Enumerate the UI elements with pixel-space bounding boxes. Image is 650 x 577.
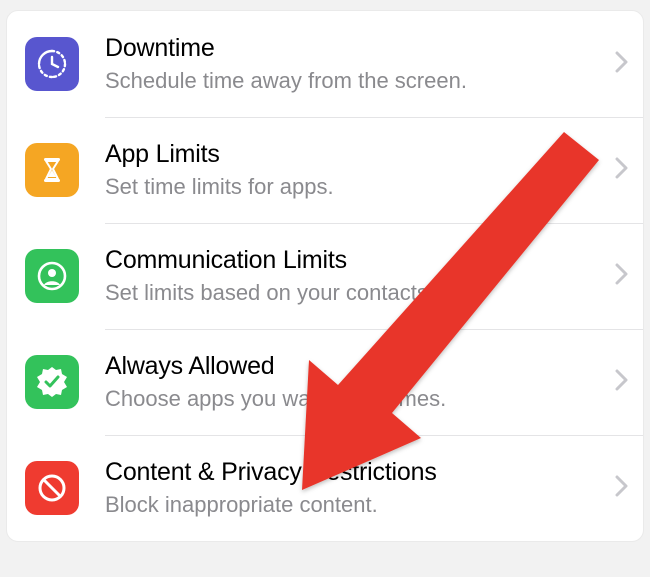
clock-dashed-icon — [25, 37, 79, 91]
no-symbol-icon — [25, 461, 79, 515]
row-downtime[interactable]: Downtime Schedule time away from the scr… — [7, 11, 643, 117]
row-text: Communication Limits Set limits based on… — [105, 245, 605, 308]
settings-group-container: Downtime Schedule time away from the scr… — [0, 0, 650, 542]
row-text: Downtime Schedule time away from the scr… — [105, 33, 605, 96]
row-subtitle: Choose apps you want at all times. — [105, 384, 605, 414]
row-app-limits[interactable]: App Limits Set time limits for apps. — [7, 117, 643, 223]
row-subtitle: Set time limits for apps. — [105, 172, 605, 202]
row-subtitle: Block inappropriate content. — [105, 490, 605, 520]
row-title: Always Allowed — [105, 351, 605, 382]
row-title: Content & Privacy Restrictions — [105, 457, 605, 488]
chevron-right-icon — [615, 369, 629, 396]
row-text: Content & Privacy Restrictions Block ina… — [105, 457, 605, 520]
row-subtitle: Set limits based on your contacts. — [105, 278, 605, 308]
settings-group: Downtime Schedule time away from the scr… — [6, 10, 644, 542]
row-communication-limits[interactable]: Communication Limits Set limits based on… — [7, 223, 643, 329]
row-title: Downtime — [105, 33, 605, 64]
row-always-allowed[interactable]: Always Allowed Choose apps you want at a… — [7, 329, 643, 435]
hourglass-icon — [25, 143, 79, 197]
row-text: Always Allowed Choose apps you want at a… — [105, 351, 605, 414]
row-text: App Limits Set time limits for apps. — [105, 139, 605, 202]
chevron-right-icon — [615, 475, 629, 502]
person-circle-icon — [25, 249, 79, 303]
row-subtitle: Schedule time away from the screen. — [105, 66, 605, 96]
row-content-privacy-restrictions[interactable]: Content & Privacy Restrictions Block ina… — [7, 435, 643, 541]
chevron-right-icon — [615, 157, 629, 184]
seal-check-icon — [25, 355, 79, 409]
chevron-right-icon — [615, 51, 629, 78]
chevron-right-icon — [615, 263, 629, 290]
row-title: App Limits — [105, 139, 605, 170]
row-title: Communication Limits — [105, 245, 605, 276]
